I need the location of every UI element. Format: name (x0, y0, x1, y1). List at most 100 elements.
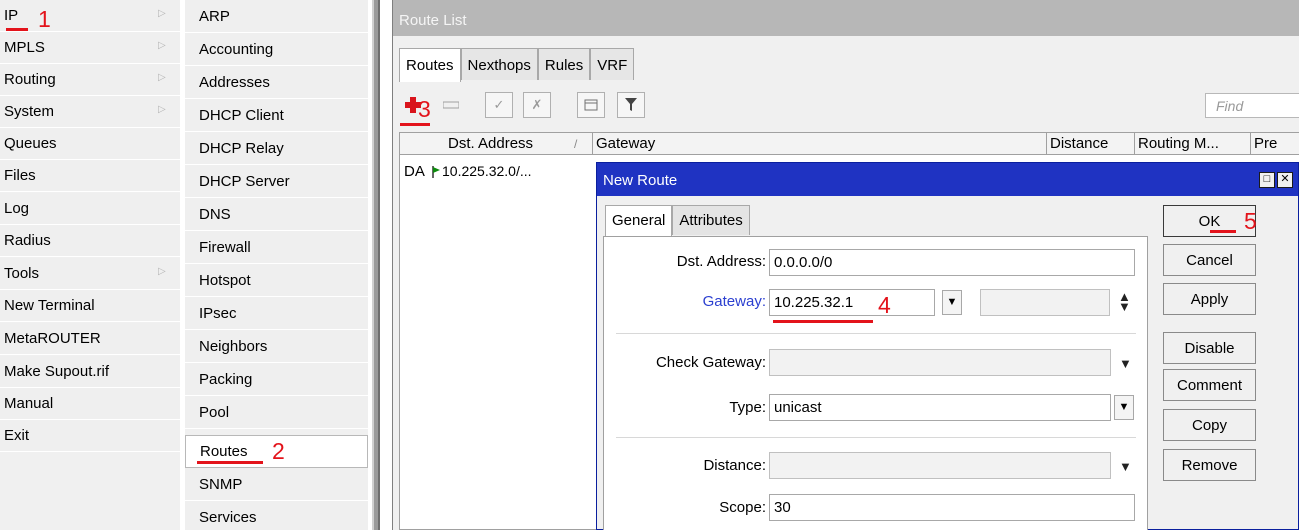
dialog-title: New Route (597, 163, 1298, 196)
separator (616, 333, 1136, 334)
disable-button[interactable]: ✗ (523, 92, 551, 118)
menu-item-label: Make Supout.rif (4, 363, 110, 380)
comment-button[interactable]: Comment (1163, 369, 1256, 401)
tab-general[interactable]: General (605, 205, 673, 238)
submenu-item-label: Accounting (199, 40, 274, 58)
column-dst-address[interactable]: Dst. Address (448, 135, 533, 152)
submenu-item-packing[interactable]: Packing (185, 363, 368, 396)
column-routing-mark[interactable]: Routing M... (1138, 135, 1219, 152)
filter-button[interactable] (617, 92, 645, 118)
general-panel: Dst. Address: 0.0.0.0/0 Gateway: 10.225.… (603, 236, 1148, 530)
copy-button[interactable]: Copy (1163, 409, 1256, 441)
submenu-item-accounting[interactable]: Accounting (185, 33, 368, 66)
tab-nexthops[interactable]: Nexthops (460, 48, 538, 80)
check-icon: ✓ (493, 97, 505, 112)
submenu-item-pool[interactable]: Pool (185, 396, 368, 429)
note-icon (584, 99, 598, 111)
check-gateway-dropdown-icon[interactable]: ▼ (1119, 356, 1132, 371)
distance-dropdown-icon[interactable]: ▼ (1119, 459, 1132, 474)
column-gateway[interactable]: Gateway (596, 135, 655, 152)
submenu-item-dhcp-server[interactable]: DHCP Server (185, 165, 368, 198)
submenu-item-snmp[interactable]: SNMP (185, 468, 368, 501)
submenu-item-label: Firewall (199, 238, 251, 256)
tab-routes[interactable]: Routes (399, 48, 461, 82)
disable-button[interactable]: Disable (1163, 332, 1256, 364)
submenu-item-arp[interactable]: ARP (185, 0, 368, 33)
menu-item-radius[interactable]: Radius (0, 225, 180, 257)
submenu-item-label: DHCP Server (199, 172, 290, 190)
submenu-item-label: Packing (199, 370, 253, 388)
table-row[interactable]: DA 10.225.32.0/... (404, 163, 532, 180)
active-flag-icon (432, 165, 440, 178)
new-route-dialog: New Route □ ✕ General Attributes Dst. Ad… (596, 162, 1299, 530)
route-list-toolbar: ✓ ✗ Find (393, 88, 1299, 122)
column-pref-source[interactable]: Pre (1254, 135, 1277, 152)
table-header: Dst. Address / Gateway Distance Routing … (400, 133, 1299, 155)
menu-item-tools[interactable]: Tools ▷ (0, 258, 180, 290)
annotation-underline (197, 461, 263, 464)
column-distance[interactable]: Distance (1050, 135, 1108, 152)
gateway-interface-field[interactable] (980, 289, 1110, 316)
annotation-underline (400, 123, 430, 126)
dst-address-field[interactable]: 0.0.0.0/0 (769, 249, 1135, 276)
route-list-tabs: Routes Nexthops Rules VRF (399, 48, 635, 82)
distance-field[interactable] (769, 452, 1111, 479)
up-down-icon[interactable]: ▲ ▼ (1118, 290, 1131, 313)
gateway-field[interactable]: 10.225.32.1 (769, 289, 935, 316)
find-input[interactable]: Find (1205, 93, 1299, 118)
pane-splitter[interactable] (372, 0, 380, 530)
submenu-arrow-icon: ▷ (158, 40, 166, 51)
maximize-button[interactable]: □ (1259, 172, 1275, 188)
tab-vrf[interactable]: VRF (590, 48, 635, 80)
submenu-item-label: SNMP (199, 475, 243, 493)
submenu-item-addresses[interactable]: Addresses (185, 66, 368, 99)
menu-item-files[interactable]: Files (0, 160, 180, 192)
submenu-item-label: Pool (199, 403, 230, 421)
menu-item-exit[interactable]: Exit (0, 420, 180, 452)
sort-indicator-icon: / (574, 137, 578, 151)
remove-button[interactable]: Remove (1163, 449, 1256, 481)
distance-label: Distance: (703, 457, 766, 474)
annotation-underline (1210, 230, 1236, 233)
submenu-item-ipsec[interactable]: IPsec (185, 297, 368, 330)
close-button[interactable]: ✕ (1277, 172, 1293, 188)
submenu-item-hotspot[interactable]: Hotspot (185, 264, 368, 297)
menu-item-make-supout[interactable]: Make Supout.rif (0, 356, 180, 388)
submenu-arrow-icon: ▷ (158, 8, 166, 19)
type-dropdown-button[interactable]: ▼ (1114, 395, 1134, 420)
submenu-item-label: DHCP Relay (199, 139, 284, 157)
type-field[interactable]: unicast (769, 394, 1111, 421)
annotation-number: 3 (418, 96, 431, 122)
menu-item-metarouter[interactable]: MetaROUTER (0, 323, 180, 355)
submenu-item-neighbors[interactable]: Neighbors (185, 330, 368, 363)
menu-item-log[interactable]: Log (0, 193, 180, 225)
gateway-dropdown-button[interactable]: ▼ (942, 290, 962, 315)
submenu-item-services[interactable]: Services (185, 501, 368, 530)
submenu-item-dns[interactable]: DNS (185, 198, 368, 231)
enable-button[interactable]: ✓ (485, 92, 513, 118)
menu-item-system[interactable]: System ▷ (0, 96, 180, 128)
submenu-item-dhcp-client[interactable]: DHCP Client (185, 99, 368, 132)
submenu-item-dhcp-relay[interactable]: DHCP Relay (185, 132, 368, 165)
remove-button[interactable] (437, 92, 465, 118)
menu-item-label: Tools (4, 265, 40, 282)
submenu-arrow-icon: ▷ (158, 104, 166, 115)
scope-field[interactable]: 30 (769, 494, 1135, 521)
comment-button[interactable] (577, 92, 605, 118)
menu-item-queues[interactable]: Queues (0, 128, 180, 160)
menu-item-manual[interactable]: Manual (0, 388, 180, 420)
menu-item-new-terminal[interactable]: New Terminal (0, 290, 180, 322)
apply-button[interactable]: Apply (1163, 283, 1256, 315)
submenu-item-label: Hotspot (199, 271, 251, 289)
menu-item-mpls[interactable]: MPLS ▷ (0, 32, 180, 64)
check-gateway-field[interactable] (769, 349, 1111, 376)
menu-item-label: Log (4, 200, 30, 217)
tab-attributes[interactable]: Attributes (672, 205, 750, 235)
submenu-item-firewall[interactable]: Firewall (185, 231, 368, 264)
annotation-underline (773, 320, 873, 323)
menu-item-routing[interactable]: Routing ▷ (0, 64, 180, 96)
submenu-item-label: IPsec (199, 304, 237, 322)
cancel-button[interactable]: Cancel (1163, 244, 1256, 276)
submenu-item-label: ARP (199, 7, 230, 25)
tab-rules[interactable]: Rules (537, 48, 591, 80)
